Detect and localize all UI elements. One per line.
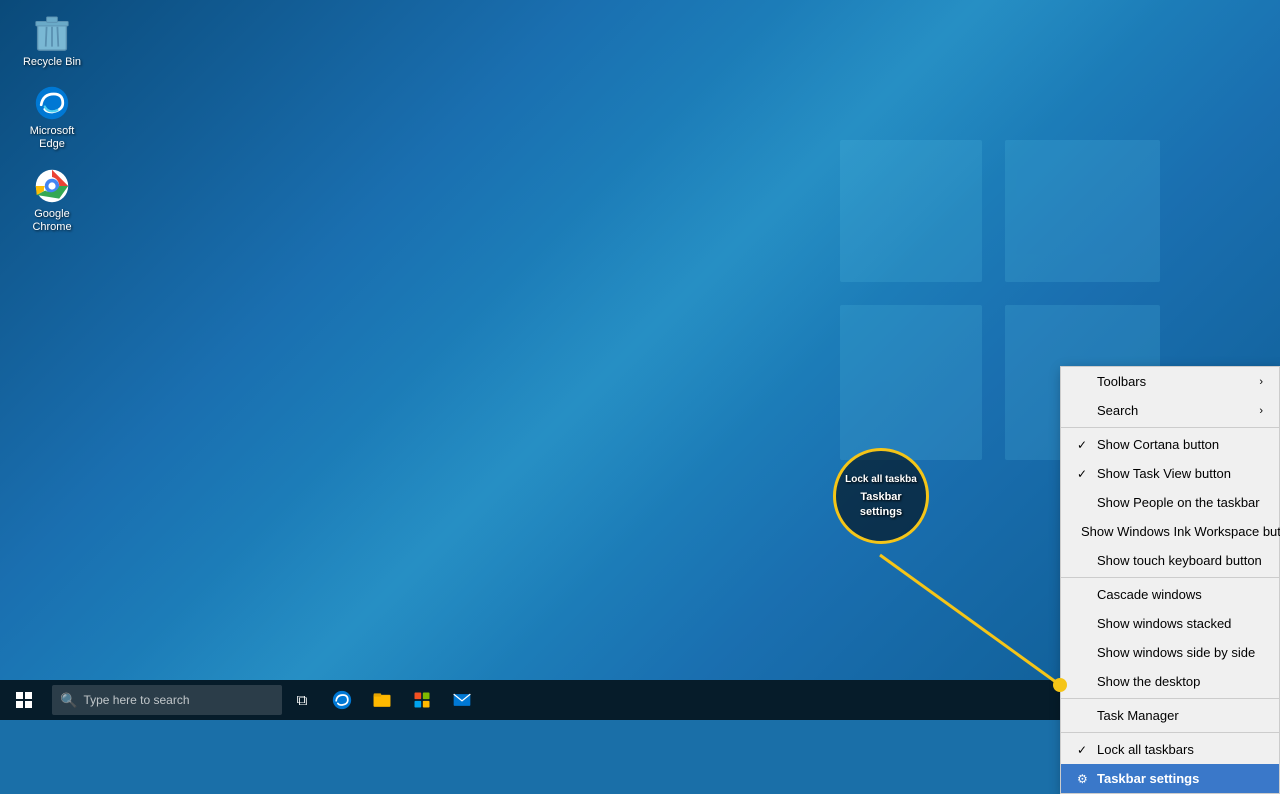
start-button[interactable] [0,680,48,720]
search-placeholder-text: Type here to search [83,693,189,707]
taskbar-file-explorer-button[interactable] [362,680,402,720]
ctx-stacked[interactable]: Show windows stacked [1061,609,1279,638]
task-view-icon: ⧉ [297,692,308,709]
ctx-show-people[interactable]: Show People on the taskbar [1061,488,1279,517]
ctx-search[interactable]: Search › [1061,396,1279,425]
taskbar-apps [322,680,1137,720]
ctx-separator-1 [1061,427,1279,428]
task-view-button[interactable]: ⧉ [282,680,322,720]
taskbar-search[interactable]: 🔍 Type here to search [52,685,282,715]
microsoft-edge-icon[interactable]: Microsoft Edge [16,79,88,155]
ctx-show-cortana[interactable]: ✓ Show Cortana button [1061,430,1279,459]
ctx-taskbar-settings[interactable]: ⚙ Taskbar settings [1061,764,1279,793]
ctx-show-taskview[interactable]: ✓ Show Task View button [1061,459,1279,488]
ctx-side-by-side[interactable]: Show windows side by side [1061,638,1279,667]
ctx-lock-taskbars[interactable]: ✓ Lock all taskbars [1061,735,1279,764]
ctx-separator-3 [1061,698,1279,699]
ctx-show-touch[interactable]: Show touch keyboard button [1061,546,1279,575]
search-icon: 🔍 [60,692,77,709]
ctx-toolbars[interactable]: Toolbars › [1061,367,1279,396]
taskbar-context-menu: Toolbars › Search › ✓ Show Cortana butto… [1060,366,1280,794]
ctx-separator-2 [1061,577,1279,578]
annotation-circle-top-text: Lock all taskba [841,471,921,488]
recycle-bin-icon[interactable]: Recycle Bin [16,10,88,73]
ctx-show-ink[interactable]: Show Windows Ink Workspace button [1061,517,1279,546]
taskbar-edge-button[interactable] [322,680,362,720]
desktop-icons: Recycle Bin Microsoft Edge [16,10,88,238]
annotation-circle-bottom-text: Taskbar settings [836,488,926,521]
google-chrome-icon[interactable]: Google Chrome [16,162,88,238]
ctx-show-desktop[interactable]: Show the desktop [1061,667,1279,696]
microsoft-edge-label: Microsoft Edge [20,125,84,151]
taskbar-mail-button[interactable] [442,680,482,720]
annotation-circle: Lock all taskba Taskbar settings [833,448,929,544]
taskbar-store-button[interactable] [402,680,442,720]
google-chrome-label: Google Chrome [20,208,84,234]
recycle-bin-label: Recycle Bin [23,56,81,69]
start-logo [16,692,32,708]
ctx-separator-4 [1061,732,1279,733]
ctx-cascade[interactable]: Cascade windows [1061,580,1279,609]
ctx-task-manager[interactable]: Task Manager [1061,701,1279,730]
